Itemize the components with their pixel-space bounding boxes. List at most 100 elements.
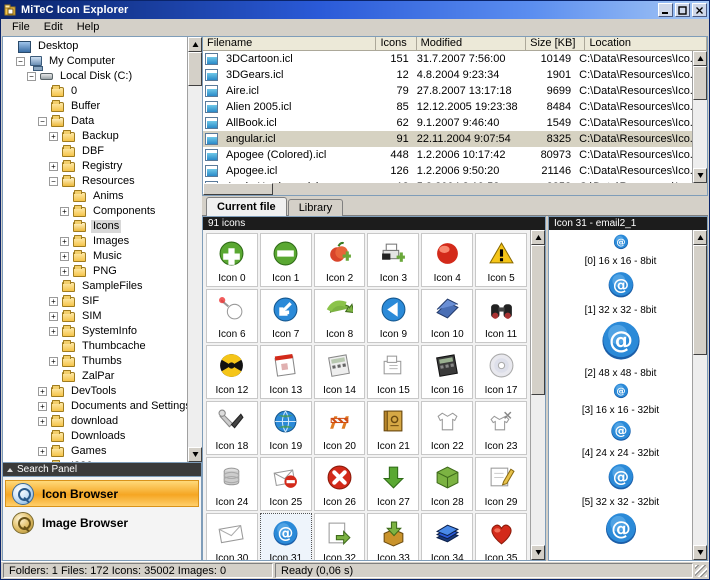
file-row[interactable]: Alien 2005.icl 85 12.12.2005 19:23:38 8484 C… (203, 99, 692, 115)
preview-scroll-track[interactable] (693, 245, 707, 545)
column-header-location[interactable]: Location (585, 37, 707, 51)
tree-node[interactable]: ZalPar (5, 369, 187, 384)
preview-item[interactable]: @ [4] 24 x 24 - 32bit (549, 420, 692, 459)
icon-cell[interactable]: Icon 29 (475, 457, 527, 511)
icon-cell[interactable]: Icon 14 (313, 345, 366, 399)
column-header-filename[interactable]: Filename (203, 37, 377, 51)
scroll-up-icon[interactable] (693, 230, 707, 245)
search-panel-header[interactable]: Search Panel (2, 463, 202, 477)
icon-cell[interactable]: Icon 25 (259, 457, 312, 511)
icon-cell[interactable]: Icon 11 (475, 289, 527, 343)
expand-icon[interactable]: + (60, 237, 69, 246)
tree-node[interactable]: + Images (5, 234, 187, 249)
folder-tree[interactable]: Desktop − My Computer − Local Disk (C:) 0 Buff… (3, 37, 187, 462)
icon-cell[interactable]: Icon 30 (206, 513, 258, 560)
icon-grid[interactable]: Icon 0 Icon 1 Icon 2 Icon 3 Icon 4 Icon 5 Icon… (203, 230, 530, 560)
tree-node[interactable]: + Thumbs (5, 354, 187, 369)
expand-icon[interactable]: + (60, 252, 69, 261)
icon-cell[interactable]: Icon 28 (421, 457, 474, 511)
expand-icon[interactable]: + (60, 207, 69, 216)
tree-node[interactable]: + Backup (5, 129, 187, 144)
tree-node[interactable]: Thumbcache (5, 339, 187, 354)
icon-cell[interactable]: Icon 13 (259, 345, 312, 399)
resize-grip-icon[interactable] (695, 564, 707, 577)
file-row[interactable]: angular.icl 91 22.11.2004 9:07:54 8325 C:\Da… (203, 131, 692, 147)
expand-icon[interactable]: + (49, 162, 58, 171)
icon-cell[interactable]: Icon 32 (313, 513, 366, 560)
column-header-size-kb[interactable]: Size [KB] (526, 37, 586, 51)
preview-list[interactable]: @ [0] 16 x 16 - 8bit @ [1] 32 x 32 - 8bit @ [… (549, 230, 692, 560)
scroll-down-icon[interactable] (693, 168, 707, 183)
expand-icon[interactable]: + (49, 297, 58, 306)
icon-cell[interactable]: Icon 23 (475, 401, 527, 455)
tree-node[interactable]: + Documents and Settings (5, 399, 187, 414)
tree-node[interactable]: + Components (5, 204, 187, 219)
icon-cell[interactable]: Icon 0 (206, 233, 258, 287)
tree-scroll-track[interactable] (188, 52, 202, 447)
tree-node[interactable]: +I386 (5, 459, 187, 462)
file-row[interactable]: AllBook.icl 62 9.1.2007 9:46:40 1549 C:\Data… (203, 115, 692, 131)
collapse-icon[interactable]: − (49, 177, 58, 186)
tree-node[interactable]: − Data (5, 114, 187, 129)
tree-vertical-scrollbar[interactable] (187, 37, 202, 462)
browser-item-icon-browser[interactable]: Icon Browser (5, 480, 199, 507)
close-button[interactable] (692, 3, 707, 17)
icon-cell[interactable]: Icon 9 (367, 289, 420, 343)
tree-node[interactable]: 0 (5, 84, 187, 99)
file-list-rows[interactable]: 3DCartoon.icl 151 31.7.2007 7:56:00 10149 C:… (203, 51, 692, 183)
icon-cell[interactable]: @ Icon 31 (259, 513, 312, 560)
icon-cell[interactable]: Icon 16 (421, 345, 474, 399)
preview-item[interactable]: @ [1] 32 x 32 - 8bit (549, 271, 692, 316)
tree-node[interactable]: + Registry (5, 159, 187, 174)
file-list-hscrollbar[interactable] (203, 183, 707, 195)
expand-icon[interactable]: + (49, 357, 58, 366)
expand-icon[interactable]: + (60, 267, 69, 276)
icon-cell[interactable]: Icon 19 (259, 401, 312, 455)
tree-node[interactable]: + DevTools (5, 384, 187, 399)
scroll-down-icon[interactable] (693, 545, 707, 560)
tree-node[interactable]: + PNG (5, 264, 187, 279)
tree-node[interactable]: − Local Disk (C:) (5, 69, 187, 84)
expand-icon[interactable]: + (49, 327, 58, 336)
preview-item[interactable]: @ [5] 32 x 32 - 32bit (549, 463, 692, 508)
menu-help[interactable]: Help (70, 20, 107, 34)
menu-edit[interactable]: Edit (37, 20, 70, 34)
preview-item[interactable]: @ (549, 512, 692, 549)
scroll-down-icon[interactable] (531, 545, 545, 560)
grid-scroll-thumb[interactable] (531, 245, 545, 395)
tree-node[interactable]: Desktop (5, 39, 187, 54)
icon-cell[interactable]: Icon 5 (475, 233, 527, 287)
browser-item-image-browser[interactable]: Image Browser (5, 509, 199, 536)
preview-scroll-thumb[interactable] (693, 245, 707, 355)
tree-node[interactable]: Downloads (5, 429, 187, 444)
collapse-icon[interactable]: − (16, 57, 25, 66)
tree-node[interactable]: SampleFiles (5, 279, 187, 294)
file-scroll-track[interactable] (693, 66, 707, 168)
scroll-up-icon[interactable] (693, 51, 707, 66)
icon-cell[interactable]: Icon 27 (367, 457, 420, 511)
tree-node[interactable]: + Games (5, 444, 187, 459)
tree-node[interactable]: + SIM (5, 309, 187, 324)
expand-icon[interactable]: + (49, 312, 58, 321)
maximize-button[interactable] (675, 3, 690, 17)
tree-node[interactable]: + Music (5, 249, 187, 264)
tree-node[interactable]: + SystemInfo (5, 324, 187, 339)
minimize-button[interactable] (658, 3, 673, 17)
expand-icon[interactable]: + (38, 417, 47, 426)
icon-cell[interactable]: Icon 33 (367, 513, 420, 560)
file-row[interactable]: Aire.icl 79 27.8.2007 13:17:18 9699 C:\Data\… (203, 83, 692, 99)
tree-node[interactable]: Anims (5, 189, 187, 204)
preview-item[interactable]: @ [0] 16 x 16 - 8bit (549, 234, 692, 267)
icon-cell[interactable]: Icon 24 (206, 457, 258, 511)
preview-scrollbar[interactable] (692, 230, 707, 560)
expand-icon[interactable]: + (38, 447, 47, 456)
menu-file[interactable]: File (5, 20, 37, 34)
collapse-icon[interactable]: − (27, 72, 36, 81)
preview-item[interactable]: @ [3] 16 x 16 - 32bit (549, 383, 692, 416)
column-header-modified[interactable]: Modified (416, 37, 527, 51)
file-scroll-thumb[interactable] (693, 66, 707, 100)
file-row[interactable]: Apogee.icl 126 1.2.2006 9:50:20 21146 C:\Dat… (203, 163, 692, 179)
scroll-down-icon[interactable] (188, 447, 202, 462)
icon-cell[interactable]: Icon 22 (421, 401, 474, 455)
tree-node[interactable]: − My Computer (5, 54, 187, 71)
